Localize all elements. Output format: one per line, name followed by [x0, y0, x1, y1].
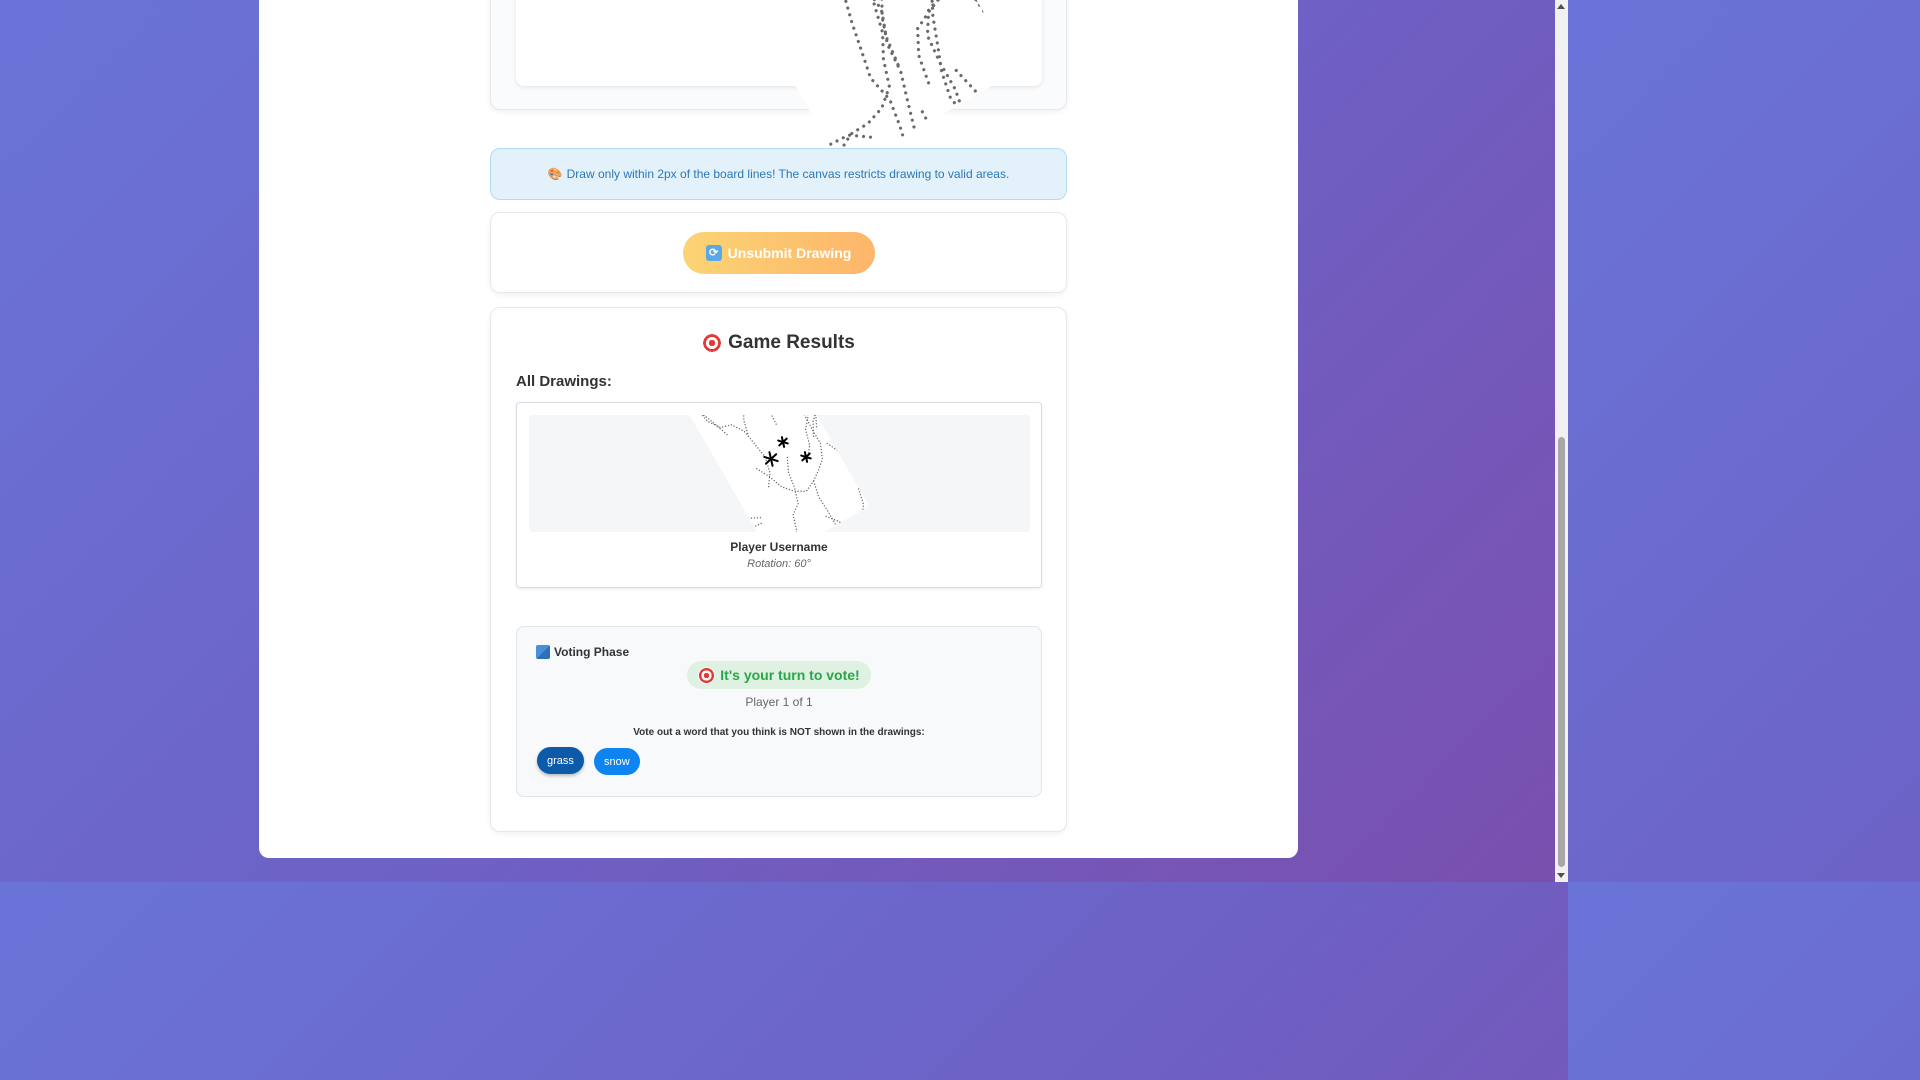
target-icon — [698, 666, 716, 684]
drawing-thumbnail — [529, 415, 1030, 532]
drawing-board-canvas[interactable] — [516, 0, 1042, 171]
vote-instructions: Vote out a word that you think is NOT sh… — [633, 727, 925, 738]
refresh-icon: ⟳ — [705, 244, 722, 261]
drawing-board-panel — [490, 0, 1067, 171]
drawing-rules-notice: 🎨 Draw only within 2px of the board line… — [490, 148, 1067, 200]
results-title-text: Game Results — [728, 332, 855, 353]
scroll-down-icon[interactable] — [1557, 873, 1565, 878]
page-scrollbar[interactable] — [1555, 0, 1568, 882]
palette-icon: 🎨 — [547, 167, 563, 181]
unsubmit-drawing-button[interactable]: ⟳ Unsubmit Drawing — [682, 231, 875, 274]
scrollbar-thumb[interactable] — [1558, 437, 1565, 867]
drawing-thumbnail-image — [688, 415, 870, 532]
rotated-board-image — [694, 0, 1018, 171]
drawing-rotation: Rotation: 60° — [747, 558, 811, 570]
player-count: Player 1 of 1 — [745, 695, 813, 709]
voting-phase-header: Voting Phase — [536, 645, 629, 659]
your-turn-badge: It's your turn to vote! — [687, 661, 871, 689]
game-results-panel: Game Results All Drawings: Player Userna… — [490, 307, 1067, 832]
vote-word-button[interactable]: snow — [594, 748, 640, 775]
unsubmit-label: Unsubmit Drawing — [727, 244, 852, 261]
submission-panel: ⟳ Unsubmit Drawing — [490, 212, 1067, 293]
your-turn-text: It's your turn to vote! — [720, 667, 860, 683]
scroll-up-icon[interactable] — [1557, 4, 1565, 9]
target-icon — [702, 333, 723, 353]
ballot-box-icon — [536, 645, 550, 659]
drawing-player-name: Player Username — [730, 540, 828, 554]
voting-phase-title: Voting Phase — [554, 645, 630, 659]
drawing-rules-text: Draw only within 2px of the board lines!… — [566, 167, 1010, 181]
game-results-title: Game Results — [491, 332, 1066, 354]
vote-word-button[interactable]: grass — [537, 747, 584, 774]
voting-phase-box: Voting Phase It's your turn to vote! Pla… — [516, 626, 1042, 797]
all-drawings-label: All Drawings: — [516, 373, 612, 390]
drawing-card: Player Username Rotation: 60° — [516, 402, 1042, 588]
